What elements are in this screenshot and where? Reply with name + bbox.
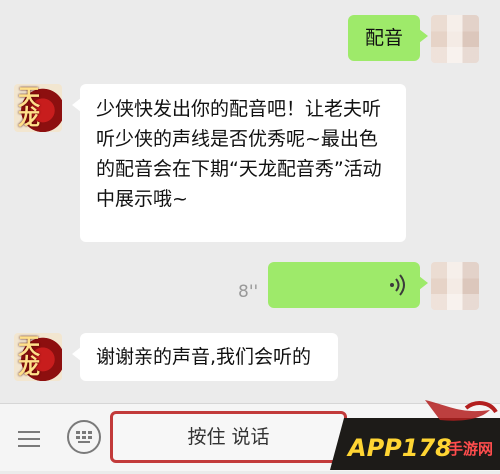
watermark-brand: APP178 — [348, 434, 452, 462]
game-logo: 天龙 — [18, 334, 41, 380]
watermark-suffix: 手游网 — [448, 440, 494, 458]
game-message-text: 少侠快发出你的配音吧！让老夫听听少侠的声线是否优秀呢~最出色的配音会在下期“天龙… — [96, 98, 382, 210]
game-avatar[interactable]: 天龙 — [14, 333, 62, 381]
menu-icon[interactable] — [18, 430, 40, 448]
voice-duration: 8'' — [238, 282, 259, 302]
user-avatar[interactable] — [431, 262, 479, 310]
game-logo: 天龙 — [18, 85, 41, 131]
game-reply-text: 谢谢亲的声音,我们会听的 — [96, 346, 312, 368]
game-reply-bubble[interactable]: 谢谢亲的声音,我们会听的 — [72, 333, 338, 381]
user-message-bubble[interactable]: 配音 — [348, 15, 428, 61]
user-message-text: 配音 — [364, 27, 403, 49]
voice-wave-icon — [390, 274, 405, 296]
user-avatar[interactable] — [431, 15, 479, 63]
hold-to-talk-button[interactable]: 按住 说话 — [110, 411, 347, 463]
game-message-bubble[interactable]: 少侠快发出你的配音吧！让老夫听听少侠的声线是否优秀呢~最出色的配音会在下期“天龙… — [72, 84, 406, 242]
watermark: APP178 手游网 — [330, 400, 500, 470]
game-avatar[interactable]: 天龙 — [14, 84, 62, 132]
voice-message-bubble[interactable] — [268, 262, 428, 308]
keyboard-icon[interactable] — [66, 419, 102, 455]
